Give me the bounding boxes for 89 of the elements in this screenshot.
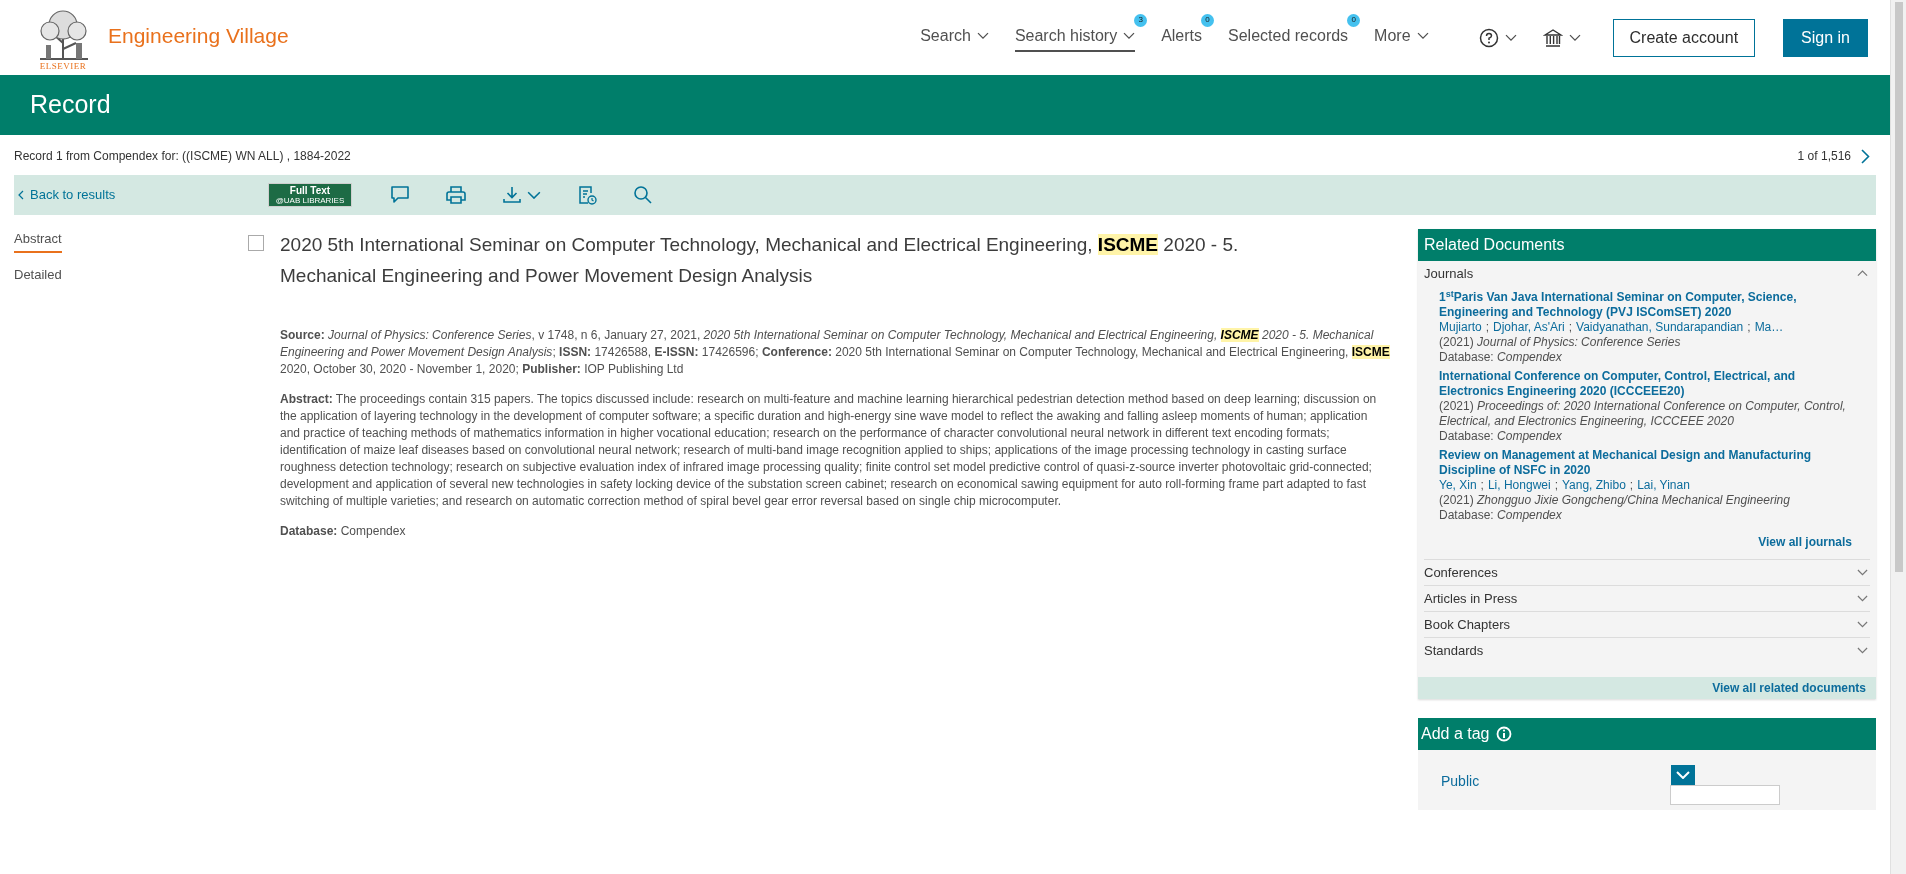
author-separator: ; <box>1480 478 1484 492</box>
source-details: Source: Journal of Physics: Conference Series, v 1748, n 6, January 27, 2021, 2020 5th International Seminar on Computer Technology, Mechanical and Electrical Engineering, ISCME 2020 - 5. Mechanical Engineering and Power Movement Design Analysis; ISSN: 17426588, E-ISSN: 17426596; Conference: 2020 5th International Seminar on Computer Technology, Mechanical and Electrical Engineering, ISCME 2020, October 30, 2020 - November 1, 2020; Publisher: IOP Publishing Ltd <box>280 327 1390 378</box>
dropdown-button[interactable] <box>1671 765 1695 785</box>
section-tab[interactable]: Abstract <box>14 229 62 253</box>
sign-in-button[interactable]: Sign in <box>1783 18 1868 57</box>
count-badge: 0 <box>1347 13 1361 27</box>
chevron-down-icon <box>1857 621 1868 628</box>
author-separator: ; <box>1568 320 1573 334</box>
record-title: 2020 5th International Seminar on Computer Technology, Mechanical and Electrical Engineering, ISCME 2020 - 5. Mechanical Engineering and Power Movement Design Analysis <box>280 233 1240 288</box>
print-icon <box>446 185 466 205</box>
accordion-header[interactable]: Standards <box>1424 638 1870 663</box>
related-document-link[interactable]: Review on Management at Mechanical Design and Manufacturing Discipline of NSFC in 2020 <box>1439 448 1852 478</box>
count-badge: 3 <box>1134 13 1148 27</box>
chevron-down-icon <box>1568 33 1581 42</box>
author-link[interactable]: Mujiarto <box>1439 320 1482 334</box>
record-info: Record 1 from Compendex for: ((ISCME) WN ALL) , 1884-2022 <box>14 148 351 165</box>
author-link[interactable]: Lai, Yinan <box>1637 478 1690 492</box>
document-clock-icon <box>577 185 597 205</box>
public-tag-link[interactable]: Public <box>1441 771 1671 792</box>
count-badge: 0 <box>1201 13 1215 27</box>
comment-button[interactable] <box>390 185 410 205</box>
database-label: Database: Compendex <box>1439 350 1563 365</box>
chevron-up-icon <box>1857 270 1868 277</box>
abstract-text: Abstract: The proceedings contain 315 papers. The topics discussed include: research on multi-feature and machine learning hierarchical pedestrian detection method based on deep learning; discussion on the application of layering technology in the development of computer software; a specific duration and high-energy sine wave model to reflect the awaking and falling asleep moments of human; application and practice of teaching methods of mathematics information in higher vocational education; research on the performance of character convolutional neural network in different text encoding formats; identification of maize leaf diseases based on convolutional neural network; research of multi-band image recognition applied to ships; applications of the image processing technology in casting surface roughness detection technology; research on subjective evaluation index of infrared image processing quality; finite control set model predictive control of quasi-z-source inverter photovoltaic grid-connected; development and application of several new technologies in safety locking device of the substation screen cabinet; research on economical sawing equipment for auto roll-forming frame part adapted to fast switching of multiple varieties; and research on automatic correction method of spiral bevel gear error reversal based on single chip microcomputer. <box>280 391 1378 510</box>
panel-title: Add a tag <box>1421 724 1490 744</box>
author-separator: ; <box>1629 478 1634 492</box>
search-icon <box>633 185 653 205</box>
related-document-link[interactable]: International Conference on Computer, Control, Electrical, and Electronics Engineering 2020 (ICCCEEE20) <box>1439 369 1852 399</box>
nav-link[interactable]: Search <box>920 23 989 52</box>
full-text-link[interactable]: Full Text @UAB LIBRARIES <box>268 183 352 207</box>
pager-text: 1 of 1,516 <box>1797 148 1851 165</box>
create-account-button[interactable]: Create account <box>1612 18 1756 57</box>
tag-input-field[interactable] <box>1670 785 1780 805</box>
chevron-left-icon <box>18 190 24 200</box>
institution-menu-button[interactable] <box>1542 27 1581 48</box>
select-checkbox[interactable] <box>248 235 264 251</box>
print-button[interactable] <box>446 185 466 205</box>
nav-link[interactable]: Search history <box>1014 23 1136 52</box>
author-link[interactable]: Djohar, As'Ari <box>1493 320 1565 334</box>
nav-link[interactable]: Selected records <box>1228 23 1349 52</box>
author-link[interactable]: Vaidyanathan, Sundarapandian <box>1576 320 1744 334</box>
author-link[interactable]: Ye, Xin <box>1439 478 1477 492</box>
library-label: @UAB LIBRARIES <box>275 195 345 205</box>
download-button[interactable] <box>502 185 541 205</box>
comment-icon <box>390 185 410 205</box>
scrollbar-thumb[interactable] <box>1894 2 1903 572</box>
download-icon <box>502 185 522 205</box>
author-separator: ; <box>1485 320 1490 334</box>
panel-title: Related Documents <box>1424 235 1565 255</box>
next-record-button[interactable] <box>1861 148 1870 164</box>
scrollbar[interactable] <box>1890 0 1906 874</box>
database-label: Database: Compendex <box>1439 508 1563 523</box>
publication-source: (2021) Zhongguo Jixie Gongcheng/China Mechanical Engineering <box>1439 493 1791 508</box>
author-separator: ; <box>1747 320 1751 334</box>
chevron-down-icon <box>527 190 541 200</box>
chevron-down-icon <box>1504 33 1517 42</box>
author-separator: ; <box>1554 478 1558 492</box>
related-document-link[interactable]: 1$^{st}$Paris Van Java International Seminar on Computer, Science, Engineering and Technology (PVJ ISComSET) 2020 <box>1439 290 1852 320</box>
institution-icon <box>1542 27 1563 48</box>
nav-link[interactable]: Alerts <box>1161 23 1203 52</box>
page-title: Record <box>30 89 111 121</box>
nav-link[interactable]: More <box>1374 23 1429 52</box>
accordion-header[interactable]: Conferences <box>1424 560 1870 585</box>
full-text-label: Full Text <box>289 185 331 196</box>
chevron-right-icon <box>1861 148 1870 164</box>
publication-source: (2021) Journal of Physics: Conference Series <box>1439 335 1682 350</box>
search-button[interactable] <box>633 185 653 205</box>
publication-source: (2021) Proceedings of: 2020 International Conference on Computer, Control, Electrical, and Electronics Engineering, ICCCEEE 2020 <box>1439 399 1847 429</box>
author-link[interactable]: Ma… <box>1754 320 1784 334</box>
section-tab[interactable]: Detailed <box>14 264 62 288</box>
author-link[interactable]: Li, Hongwei <box>1487 478 1551 492</box>
chevron-down-icon <box>1857 647 1868 654</box>
chevron-down-icon <box>1676 771 1690 779</box>
database-text: Database: Compendex <box>280 523 407 540</box>
accordion-header[interactable]: Book Chapters <box>1424 612 1870 637</box>
accordion-header[interactable]: Articles in Press <box>1424 586 1870 611</box>
database-label: Database: Compendex <box>1439 429 1563 444</box>
help-menu-button[interactable] <box>1478 27 1517 48</box>
chevron-down-icon <box>1857 569 1868 576</box>
info-icon <box>1495 726 1512 742</box>
accordion-header[interactable]: Journals <box>1424 261 1870 286</box>
history-button[interactable] <box>577 185 597 205</box>
chevron-down-icon <box>1857 595 1868 602</box>
back-to-results-link[interactable]: Back to results <box>18 185 268 205</box>
author-link[interactable]: Yang, Zhibo <box>1562 478 1626 492</box>
product-name-link[interactable]: Engineering Village <box>108 19 289 52</box>
logo-wordmark: ELSEVIER <box>39 60 87 71</box>
view-all-journals-link[interactable]: View all journals <box>1758 533 1852 551</box>
help-icon <box>1478 27 1499 48</box>
